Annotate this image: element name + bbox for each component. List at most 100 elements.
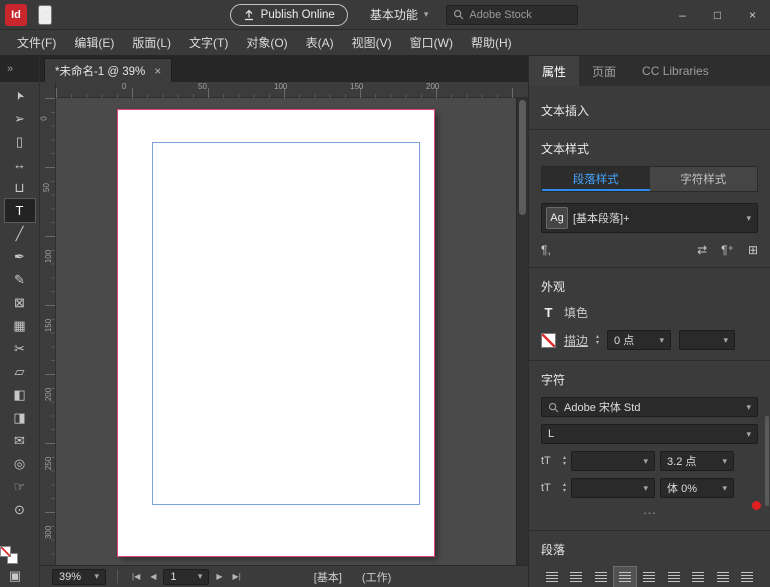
workspace-switcher[interactable]: 基本功能 ▾ — [364, 5, 435, 25]
font-style-select[interactable]: L ▾ — [541, 424, 758, 444]
stroke-label[interactable]: 描边 — [564, 332, 588, 349]
tab-close-icon[interactable]: × — [154, 64, 161, 78]
pen-tool[interactable]: ✒ — [5, 245, 35, 268]
tracking-select[interactable]: ▾ — [571, 478, 655, 498]
color-theme-tool[interactable]: ◎ — [5, 452, 35, 475]
panel-scrollbar-thumb[interactable] — [765, 416, 769, 506]
next-page-button[interactable]: ▶ — [213, 572, 225, 581]
line-tool[interactable]: ╱ — [5, 222, 35, 245]
fill-color-swatch[interactable]: T — [541, 305, 556, 320]
tool-icon: T — [16, 203, 24, 218]
prev-page-button[interactable]: ◀ — [147, 572, 159, 581]
screen-mode-button[interactable]: ▣ — [0, 564, 30, 587]
notification-badge — [750, 499, 763, 512]
justify-center-button[interactable] — [639, 567, 660, 587]
menu-table[interactable]: 表(A) — [297, 30, 343, 56]
menu-object[interactable]: 对象(O) — [237, 30, 296, 56]
menu-help[interactable]: 帮助(H) — [462, 30, 521, 56]
more-options-button[interactable]: ··· — [643, 505, 656, 520]
show-hidden-characters-icon[interactable]: ¶, — [541, 243, 551, 257]
tool-icon: ⊔ — [14, 180, 24, 196]
first-page-button[interactable]: |◀ — [129, 572, 143, 581]
align-center-button[interactable] — [565, 567, 586, 587]
stroke-row: 描边 ▴ ▾ 0 点 ▾ ▾ — [541, 330, 758, 350]
tab-properties[interactable]: 属性 — [529, 56, 579, 86]
menu-type[interactable]: 文字(T) — [180, 30, 237, 56]
selection-tool[interactable]: ➤ — [5, 84, 35, 107]
menu-file[interactable]: 文件(F) — [8, 30, 65, 56]
toolbar-collapse-button[interactable]: » — [0, 56, 39, 82]
font-size-select[interactable]: ▾ — [571, 451, 655, 471]
ruler-label: 200 — [426, 82, 439, 91]
gap-tool[interactable]: ↔ — [5, 153, 35, 176]
page-number-select[interactable]: 1 ▾ — [163, 569, 209, 585]
scissors-tool[interactable]: ✂ — [5, 337, 35, 360]
style-tab-label: 字符样式 — [680, 174, 726, 186]
preflight-preset[interactable]: [基本] — [314, 569, 342, 585]
align-left-button[interactable] — [541, 567, 562, 587]
tab-character-styles[interactable]: 字符样式 — [650, 167, 758, 191]
publish-online-button[interactable]: Publish Online — [230, 4, 348, 26]
panel-tab-label: CC Libraries — [642, 64, 709, 78]
tab-paragraph-styles[interactable]: 段落样式 — [542, 167, 650, 191]
gradient-feather-tool[interactable]: ◨ — [5, 406, 35, 429]
rectangle-frame-tool[interactable]: ⊠ — [5, 291, 35, 314]
fill-stroke-swatches[interactable] — [0, 546, 18, 564]
hand-tool[interactable]: ☞ — [5, 475, 35, 498]
justify-all-button[interactable] — [688, 567, 709, 587]
tool-icon: ▱ — [15, 364, 25, 380]
zoom-tool[interactable]: ⊙ — [5, 498, 35, 521]
document-tab[interactable]: *未命名-1 @ 39% × — [44, 58, 172, 82]
free-transform-tool[interactable]: ▱ — [5, 360, 35, 383]
indent-to-here-button[interactable] — [712, 567, 733, 587]
document-page[interactable] — [118, 110, 434, 556]
horizontal-grid-tool[interactable]: ▦ — [5, 314, 35, 337]
maximize-button[interactable]: □ — [700, 0, 735, 29]
stroke-color-swatch[interactable] — [541, 333, 556, 348]
home-button[interactable]: ⌂ — [38, 5, 52, 25]
direct-selection-tool[interactable]: ➢ — [5, 107, 35, 130]
menu-edit[interactable]: 编辑(E) — [65, 30, 123, 56]
clear-overrides-icon[interactable]: ¶⁺ — [721, 243, 734, 257]
preflight-status[interactable]: (工作) — [362, 569, 391, 585]
tab-cc-libraries[interactable]: CC Libraries — [629, 56, 722, 86]
justify-left-button[interactable] — [614, 567, 635, 587]
font-family-select[interactable]: Adobe 宋体 Std ▾ — [541, 397, 758, 417]
justify-right-button[interactable] — [663, 567, 684, 587]
double-chevron-icon: » — [7, 63, 13, 75]
menu-view[interactable]: 视图(V) — [343, 30, 401, 56]
adobe-stock-search-input[interactable]: Adobe Stock — [446, 5, 578, 25]
menu-window[interactable]: 窗口(W) — [401, 30, 462, 56]
gradient-swatch-tool[interactable]: ◧ — [5, 383, 35, 406]
stroke-weight-stepper[interactable]: ▴ ▾ — [596, 335, 599, 346]
scale-select[interactable]: 体 0% ▾ — [660, 478, 734, 498]
vertical-scrollbar-thumb[interactable] — [519, 100, 526, 215]
redefine-style-icon[interactable]: ⇄ — [697, 243, 707, 257]
stroke-type-select[interactable]: ▾ — [679, 330, 735, 350]
font-size-stepper[interactable]: ▴ ▾ — [563, 456, 566, 467]
scale-stepper[interactable]: ▴ ▾ — [563, 483, 566, 494]
align-right-button[interactable] — [590, 567, 611, 587]
last-page-button[interactable]: ▶| — [230, 572, 244, 581]
ruler-origin-corner[interactable] — [40, 82, 56, 98]
zoom-level-select[interactable]: 39% ▾ — [52, 569, 106, 585]
minimize-button[interactable]: – — [665, 0, 700, 29]
last-line-indent-button[interactable] — [737, 567, 758, 587]
pencil-tool[interactable]: ✎ — [5, 268, 35, 291]
tab-pages[interactable]: 页面 — [579, 56, 629, 86]
open-styles-panel-icon[interactable]: ⊞ — [748, 243, 758, 257]
horizontal-ruler[interactable]: 050100150200 — [56, 82, 516, 98]
note-tool[interactable]: ✉ — [5, 429, 35, 452]
stroke-weight-select[interactable]: 0 点 ▾ — [607, 330, 671, 350]
page-tool[interactable]: ▯ — [5, 130, 35, 153]
type-tool[interactable]: T — [5, 199, 35, 222]
fill-label: 填色 — [564, 304, 588, 321]
close-button[interactable]: × — [735, 0, 770, 29]
content-collector-tool[interactable]: ⊔ — [5, 176, 35, 199]
pasteboard[interactable] — [56, 98, 516, 565]
paragraph-style-select[interactable]: Ag [基本段落]+ ▾ — [541, 203, 758, 233]
vertical-ruler[interactable]: 050100150200250300 — [40, 98, 56, 565]
leading-select[interactable]: 3.2 点 ▾ — [660, 451, 734, 471]
menu-layout[interactable]: 版面(L) — [123, 30, 180, 56]
vertical-scrollbar[interactable] — [516, 98, 528, 565]
